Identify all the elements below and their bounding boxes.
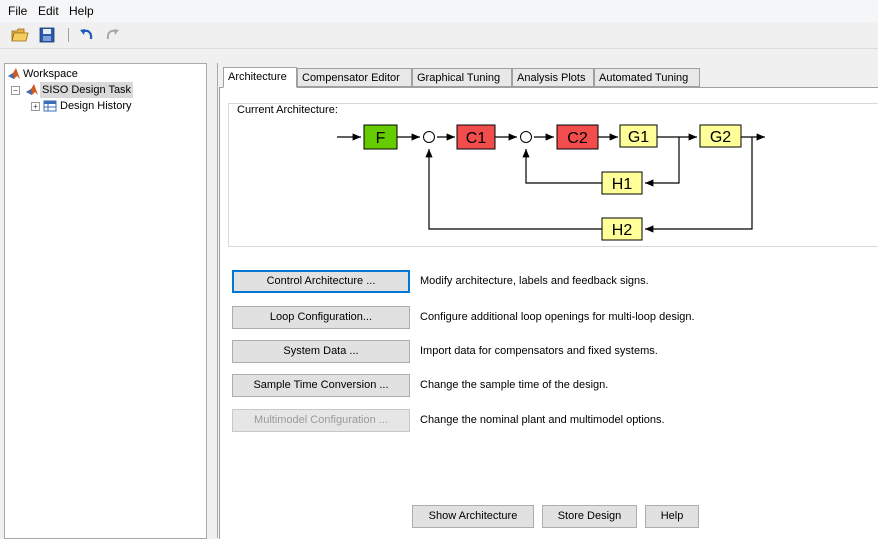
control-architecture-desc: Modify architecture, labels and feedback… xyxy=(420,275,649,287)
show-architecture-button[interactable]: Show Architecture xyxy=(412,505,534,528)
tree-node-design-history[interactable]: + Design History xyxy=(7,98,197,114)
table-icon xyxy=(43,100,57,112)
undo-icon[interactable] xyxy=(77,25,97,45)
control-architecture-button[interactable]: Control Architecture ... xyxy=(232,270,410,293)
tree-node-workspace[interactable]: Workspace xyxy=(7,66,197,82)
store-design-button[interactable]: Store Design xyxy=(542,505,637,528)
tree-label-design-history: Design History xyxy=(60,100,132,112)
help-button[interactable]: Help xyxy=(645,505,699,528)
menu-edit[interactable]: Edit xyxy=(38,4,59,18)
expand-icon[interactable]: + xyxy=(31,102,40,111)
loop-configuration-button[interactable]: Loop Configuration... xyxy=(232,306,410,329)
tab-analysis-plots[interactable]: Analysis Plots xyxy=(512,68,594,87)
multimodel-configuration-button: Multimodel Configuration ... xyxy=(232,409,410,432)
sample-time-conversion-desc: Change the sample time of the design. xyxy=(420,379,609,391)
matlab-logo-icon xyxy=(26,84,38,95)
matlab-logo-icon xyxy=(8,68,20,79)
collapse-icon[interactable]: − xyxy=(11,86,20,95)
redo-icon[interactable] xyxy=(102,25,122,45)
save-icon[interactable] xyxy=(37,25,57,45)
menu-help[interactable]: Help xyxy=(69,4,94,18)
system-data-button[interactable]: System Data ... xyxy=(232,340,410,363)
sample-time-conversion-button[interactable]: Sample Time Conversion ... xyxy=(232,374,410,397)
multimodel-configuration-desc: Change the nominal plant and multimodel … xyxy=(420,414,665,426)
loop-configuration-desc: Configure additional loop openings for m… xyxy=(420,311,695,323)
workspace-tree: Workspace − SISO Design Task + Design Hi… xyxy=(4,63,207,539)
tree-label-workspace: Workspace xyxy=(23,68,78,80)
system-data-desc: Import data for compensators and fixed s… xyxy=(420,345,658,357)
toolbar xyxy=(0,22,878,49)
menu-bar: File Edit Help xyxy=(0,0,878,22)
open-folder-icon[interactable] xyxy=(10,25,30,45)
tab-architecture[interactable]: Architecture xyxy=(223,67,297,88)
panel-splitter[interactable] xyxy=(217,63,218,538)
architecture-title: Current Architecture: xyxy=(235,104,340,116)
toolbar-separator xyxy=(68,28,69,42)
tree-node-siso-task[interactable]: − SISO Design Task xyxy=(7,82,197,98)
menu-file[interactable]: File xyxy=(8,4,27,18)
tab-graphical-tuning[interactable]: Graphical Tuning xyxy=(412,68,512,87)
architecture-group xyxy=(228,103,878,247)
tab-compensator-editor[interactable]: Compensator Editor xyxy=(297,68,412,87)
tab-automated-tuning[interactable]: Automated Tuning xyxy=(594,68,700,87)
tree-label-siso-task: SISO Design Task xyxy=(40,82,134,98)
